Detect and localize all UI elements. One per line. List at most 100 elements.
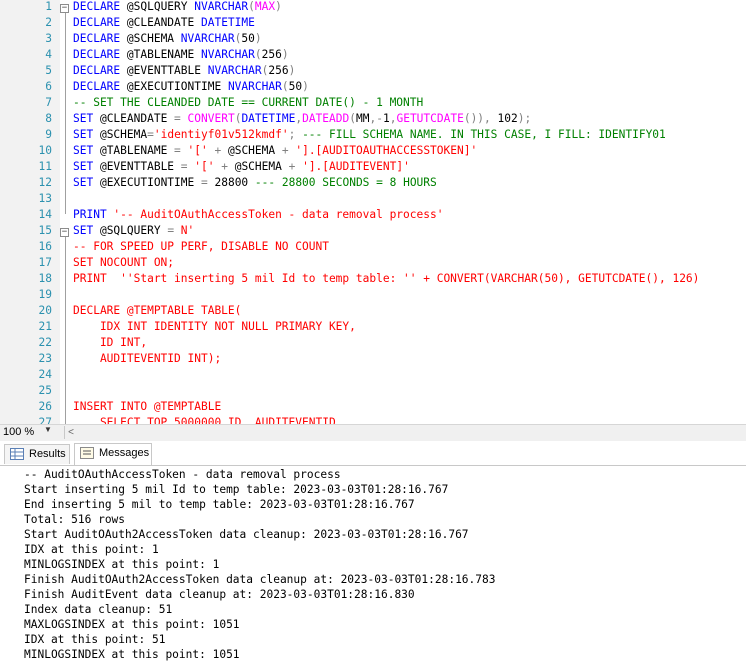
code-token: =: [174, 144, 188, 157]
line-number: 22: [38, 336, 52, 349]
message-line: Index data cleanup: 51: [24, 603, 173, 616]
code-token: '].[AUDITOAUTHACCESSTOKEN]': [295, 144, 478, 157]
code-text: DECLARE @TEMPTABLE TABLE(: [73, 303, 241, 319]
code-line: 27 SELECT TOP 5000000 ID, AUDITEVENTID: [0, 415, 746, 424]
line-number: 12: [38, 176, 52, 189]
code-token: (: [281, 80, 289, 93]
code-text: -- FOR SPEED UP PERF, DISABLE NO COUNT: [73, 239, 329, 255]
code-text: SET NOCOUNT ON;: [73, 255, 174, 271]
code-token: @EXECUTIONTIME: [126, 80, 228, 93]
code-token: SET: [73, 176, 100, 189]
code-token: N': [180, 224, 195, 237]
code-token: 256: [268, 64, 289, 77]
line-number: 18: [38, 272, 52, 285]
code-token: @CLEANDATE: [126, 16, 201, 29]
code-token: @TABLENAME: [99, 144, 175, 157]
code-line: 23 AUDITEVENTID INT);: [0, 351, 746, 367]
code-line: 20 DECLARE @TEMPTABLE TABLE(: [0, 303, 746, 319]
line-number: 1: [45, 0, 52, 13]
code-token: @EXECUTIONTIME: [99, 176, 201, 189]
scroll-left-icon[interactable]: <: [64, 426, 77, 439]
code-token: +: [221, 160, 235, 173]
line-number: 3: [45, 32, 52, 45]
line-number: 6: [45, 80, 52, 93]
code-token: 102: [497, 112, 518, 125]
line-number: 20: [38, 304, 52, 317]
code-line: 22 ID INT,: [0, 335, 746, 351]
results-tab-bar: Results Messages: [0, 441, 746, 466]
code-line: 11 SET @EVENTTABLE = '[' + @SCHEMA + '].[…: [0, 159, 746, 175]
code-token: SET: [73, 128, 100, 141]
line-number: 26: [38, 400, 52, 413]
code-token: @SCHEMA: [126, 32, 181, 45]
code-token: SELECT TOP 5000000 ID, AUDITEVENTID: [73, 416, 336, 424]
code-token: ): [254, 32, 262, 45]
code-text: -- SET THE CLEANDED DATE == CURRENT DATE…: [73, 95, 423, 111]
editor-status-bar: 100 % ▼ <: [0, 424, 746, 441]
line-number: 8: [45, 112, 52, 125]
tab-messages[interactable]: Messages: [74, 443, 152, 465]
message-line: IDX at this point: 1: [24, 543, 159, 556]
code-text: SET @SCHEMA='identiyf01v512kmdf'; --- FI…: [73, 127, 666, 143]
code-line: 12 SET @EXECUTIONTIME = 28800 --- 28800 S…: [0, 175, 746, 191]
code-token: DATEADD: [302, 112, 350, 125]
code-line: 15 SET @SQLQUERY = N': [0, 223, 746, 239]
code-line: 9 SET @SCHEMA='identiyf01v512kmdf'; --- F…: [0, 127, 746, 143]
code-text: INSERT INTO @TEMPTABLE: [73, 399, 221, 415]
code-token: -: [376, 112, 383, 125]
message-line: Finish AuditOAuth2AccessToken data clean…: [24, 573, 496, 586]
line-number: 13: [38, 192, 52, 205]
line-number: 4: [45, 48, 52, 61]
line-number: 21: [38, 320, 52, 333]
code-line: 7 -- SET THE CLEANDED DATE == CURRENT DAT…: [0, 95, 746, 111]
code-text: SET @CLEANDATE = CONVERT(DATETIME,DATEAD…: [73, 111, 531, 127]
code-token: PRINT: [73, 208, 114, 221]
message-line: MINLOGSINDEX at this point: 1: [24, 558, 220, 571]
code-token: 50: [241, 32, 255, 45]
code-token: DATETIME: [241, 112, 296, 125]
message-line: Total: 516 rows: [24, 513, 126, 526]
code-line: 4 DECLARE @TABLENAME NVARCHAR(256): [0, 47, 746, 63]
code-token: '[': [187, 144, 215, 157]
messages-pane[interactable]: -- AuditOAuthAccessToken - data removal …: [0, 466, 746, 661]
line-number: 25: [38, 384, 52, 397]
code-text: DECLARE @EVENTTABLE NVARCHAR(256): [73, 63, 295, 79]
grid-icon: [10, 448, 24, 460]
line-number: 10: [38, 144, 52, 157]
code-token: --- FILL SCHEMA NAME. IN THIS CASE, I FI…: [302, 128, 666, 141]
code-token: GETUTCDATE: [396, 112, 464, 125]
tab-label: Messages: [99, 447, 150, 459]
code-token: @TABLENAME: [126, 48, 201, 61]
code-token: );: [517, 112, 532, 125]
message-line: IDX at this point: 51: [24, 633, 166, 646]
code-token: @SQLQUERY: [126, 0, 195, 13]
code-token: AUDITEVENTID INT);: [73, 352, 222, 365]
code-token: DECLARE: [73, 64, 127, 77]
code-text: SET @EXECUTIONTIME = 28800 --- 28800 SEC…: [73, 175, 437, 191]
code-token: NVARCHAR: [207, 64, 262, 77]
sql-editor[interactable]: − − 1 DECLARE @SQLQUERY NVARCHAR(MAX) 2 DEC…: [0, 0, 746, 424]
code-text: AUDITEVENTID INT);: [73, 351, 221, 367]
code-text: DECLARE @CLEANDATE DATETIME: [73, 15, 255, 31]
code-token: ID INT,: [73, 336, 148, 349]
code-token: DECLARE: [73, 16, 127, 29]
line-number: 27: [38, 416, 52, 424]
zoom-level[interactable]: 100 %: [3, 426, 34, 438]
code-token: @EVENTTABLE: [99, 160, 181, 173]
code-token: =: [180, 160, 195, 173]
code-line: 19: [0, 287, 746, 303]
chevron-down-icon[interactable]: ▼: [44, 425, 52, 434]
tab-results[interactable]: Results: [4, 444, 70, 464]
code-token: @EVENTTABLE: [126, 64, 208, 77]
message-line: Start inserting 5 mil Id to temp table: …: [24, 483, 449, 496]
code-text: PRINT ''Start inserting 5 mil Id to temp…: [73, 271, 699, 287]
code-token: -- FOR SPEED UP PERF, DISABLE NO COUNT: [73, 240, 329, 253]
code-token: 256: [261, 48, 282, 61]
message-line: End inserting 5 mil to temp table: 2023-…: [24, 498, 415, 511]
code-line: 10 SET @TABLENAME = '[' + @SCHEMA + '].[A…: [0, 143, 746, 159]
code-text: IDX INT IDENTITY NOT NULL PRIMARY KEY,: [73, 319, 356, 335]
code-line: 26 INSERT INTO @TEMPTABLE: [0, 399, 746, 415]
code-token: SET: [73, 160, 100, 173]
line-number: 11: [38, 160, 52, 173]
code-token: (: [248, 0, 255, 13]
